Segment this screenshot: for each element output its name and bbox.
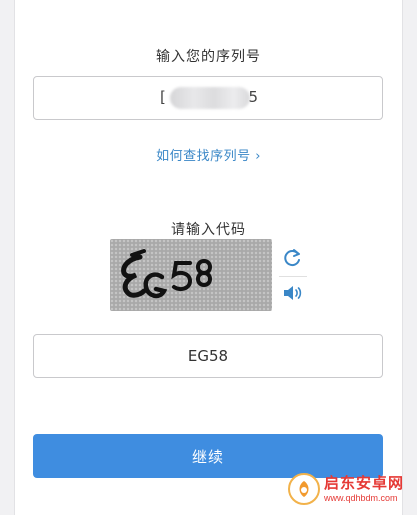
captcha-label: 请输入代码 xyxy=(171,222,246,238)
continue-button-label: 继续 xyxy=(191,447,224,466)
watermark: 启东安卓网 www.qdhbdm.com xyxy=(288,470,413,508)
refresh-icon[interactable] xyxy=(280,246,304,270)
serial-label: 输入您的序列号 xyxy=(156,49,261,65)
serial-value: [ 5 xyxy=(158,86,258,110)
captcha-letter-e xyxy=(121,254,147,298)
captcha-icon-divider xyxy=(279,276,307,277)
speaker-icon[interactable] xyxy=(280,281,304,305)
captcha-letter-g xyxy=(143,272,168,299)
captcha-letter-e-top xyxy=(130,249,146,257)
serial-input[interactable]: [ 5 xyxy=(33,76,383,120)
serial-redaction xyxy=(170,87,250,109)
captcha-code-input[interactable]: EG58 xyxy=(33,334,383,378)
captcha-glyphs xyxy=(121,249,212,299)
serial-suffix: 5 xyxy=(248,88,258,106)
captcha-image xyxy=(110,239,272,311)
watermark-logo-icon xyxy=(288,473,320,505)
captcha-digit-5 xyxy=(171,261,193,291)
watermark-url: www.qdhbdm.com xyxy=(324,492,398,503)
find-serial-link[interactable]: 如何查找序列号 › xyxy=(0,145,417,164)
captcha-digit-8 xyxy=(196,258,212,288)
watermark-name: 启东安卓网 xyxy=(324,473,405,492)
captcha-code-value: EG58 xyxy=(187,347,229,365)
serial-prefix: [ xyxy=(160,88,166,106)
